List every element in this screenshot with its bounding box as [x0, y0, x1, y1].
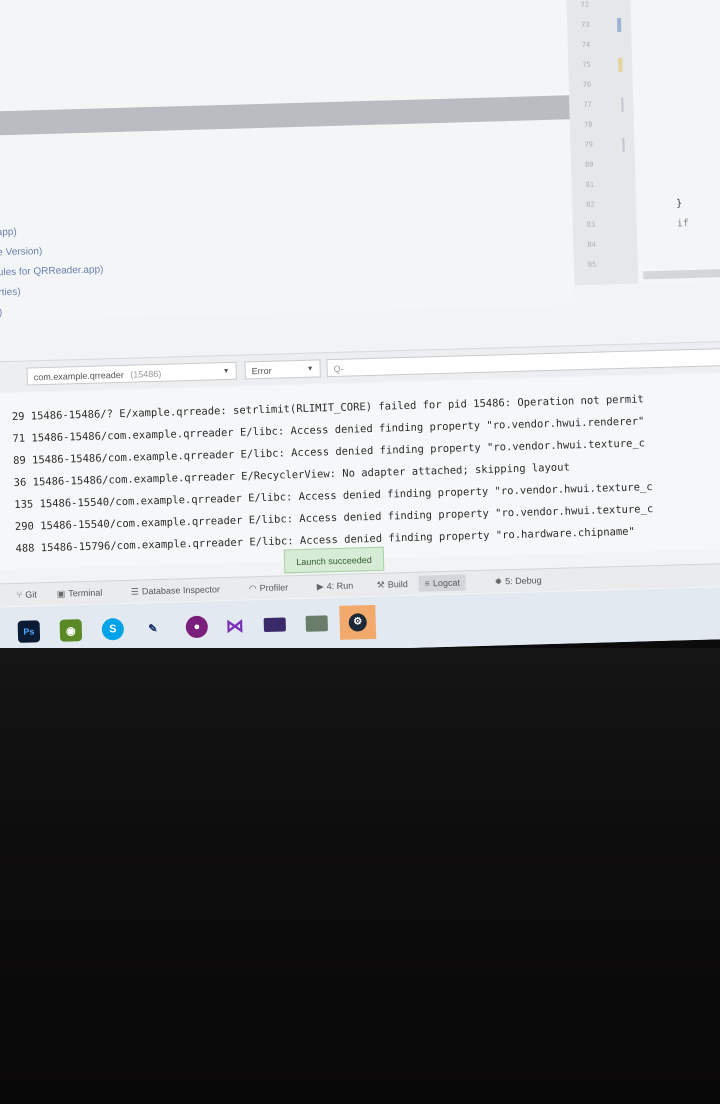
skype-icon[interactable]: S	[101, 617, 125, 641]
tab-terminal[interactable]: ▣ Terminal	[57, 585, 103, 602]
git-icon: ⑂	[16, 589, 23, 600]
tab-database-inspector[interactable]: ☰ Database Inspector	[131, 581, 221, 599]
tree-item[interactable]: ules for QRReader.app)	[0, 260, 104, 283]
tab-run[interactable]: ▶ 4: Run	[317, 578, 354, 595]
tree-item[interactable]: )	[0, 300, 105, 323]
code-editor[interactable]: } if	[629, 0, 720, 284]
terminal-icon[interactable]	[263, 617, 286, 633]
line-number: 74	[581, 40, 591, 49]
project-panel: app) e Version) ules for QRReader.app) r…	[0, 0, 575, 322]
line-number: 82	[586, 200, 595, 209]
monitor-bezel	[0, 648, 720, 1104]
process-package: com.example.qrreader	[33, 369, 124, 383]
tab-build[interactable]: ⚒ Build	[376, 576, 408, 593]
line-number: 77	[583, 100, 592, 109]
database-icon: ☰	[130, 586, 140, 597]
line-number: 75	[582, 60, 591, 69]
launch-toast: Launch succeeded	[283, 546, 385, 574]
ps-icon[interactable]: Ps	[17, 620, 41, 643]
run-icon: ▶	[316, 581, 324, 592]
terminal-icon: ▣	[56, 588, 66, 599]
bug-icon: ✹	[494, 576, 503, 587]
line-number: 83	[586, 220, 596, 229]
monitor-screen: app) e Version) ules for QRReader.app) r…	[0, 0, 720, 700]
log-level-select[interactable]: Error ▼	[244, 359, 321, 380]
visual-studio-icon[interactable]: ⋈	[223, 615, 246, 638]
line-number: 72	[580, 0, 590, 9]
ide-window: app) e Version) ules for QRReader.app) r…	[0, 0, 720, 660]
tab-logcat[interactable]: ≡ Logcat	[418, 574, 467, 592]
code-line: }	[676, 198, 683, 210]
chevron-down-icon: ▼	[306, 365, 314, 373]
line-number: 84	[587, 240, 596, 249]
fold-marker	[621, 97, 624, 112]
line-number: 73	[581, 20, 590, 29]
window-icon[interactable]	[305, 615, 328, 632]
line-number: 76	[582, 80, 592, 89]
process-select[interactable]: com.example.qrreader (15486) ▼	[26, 361, 237, 386]
tree-selection-bar	[0, 95, 570, 136]
change-marker	[618, 57, 623, 72]
profiler-icon: ◠	[248, 583, 257, 594]
change-marker	[616, 17, 622, 32]
editor-gutter: 71 72 73 74 75 76 77 78 79 80 81 82 83 8…	[565, 0, 639, 286]
tab-profiler[interactable]: ◠ Profiler	[249, 579, 289, 596]
project-tree: app) e Version) ules for QRReader.app) r…	[0, 220, 105, 323]
logcat-search-input[interactable]: Q-	[326, 346, 720, 378]
line-number: 85	[587, 260, 597, 269]
steam-logo-icon: ⚙	[348, 613, 368, 632]
github-icon[interactable]: ●	[185, 615, 209, 639]
chevron-down-icon: ▼	[222, 367, 230, 376]
process-pid: (15486)	[130, 368, 162, 380]
line-number: 80	[584, 160, 594, 169]
search-placeholder: Q-	[333, 363, 344, 374]
code-line: if	[676, 218, 689, 230]
logcat-output[interactable]: 29 15486-15486/? E/xample.qrreade: setrl…	[0, 371, 720, 570]
hammer-icon: ⚒	[376, 579, 385, 590]
logcat-icon: ≡	[424, 578, 431, 589]
fold-marker	[622, 137, 625, 152]
line-number: 81	[585, 180, 595, 189]
tab-debug[interactable]: ✹ 5: Debug	[494, 572, 542, 589]
paint-icon[interactable]: ✎	[142, 617, 165, 640]
line-number: 78	[583, 120, 593, 129]
tab-git[interactable]: ⑂ Git	[17, 586, 37, 603]
log-level-value: Error	[251, 365, 272, 377]
nvidia-icon[interactable]: ◉	[59, 619, 83, 642]
line-number: 79	[584, 140, 594, 149]
steam-icon[interactable]: ⚙	[339, 604, 377, 640]
